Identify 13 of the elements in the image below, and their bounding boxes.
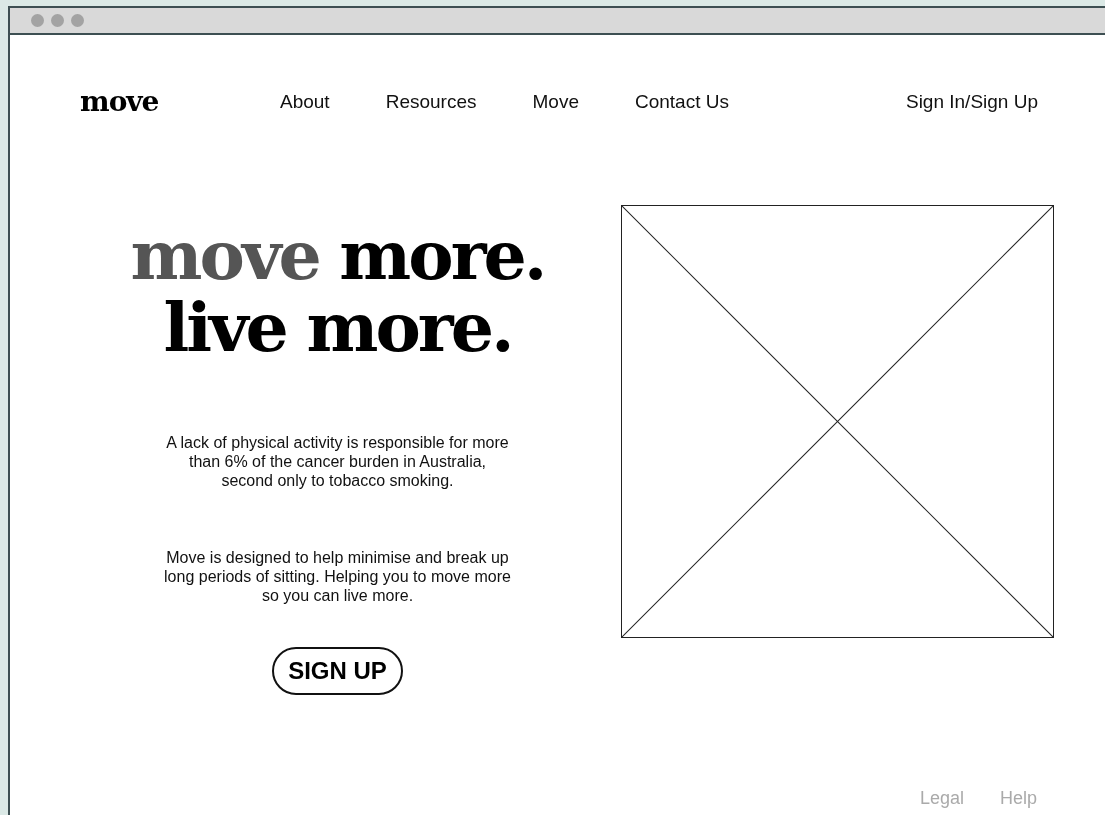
nav-link[interactable]: About bbox=[280, 90, 330, 113]
window-dot-icon[interactable] bbox=[71, 14, 84, 27]
window-dot-icon[interactable] bbox=[51, 14, 64, 27]
nav-link[interactable]: Contact Us bbox=[634, 90, 729, 113]
logo[interactable]: move bbox=[80, 85, 280, 118]
headline: move more. live more. bbox=[130, 219, 545, 363]
nav-link[interactable]: Resources bbox=[385, 90, 477, 113]
sign-up-button[interactable]: SIGN UP bbox=[272, 647, 403, 695]
window-dot-icon[interactable] bbox=[31, 14, 44, 27]
intro-paragraph: A lack of physical activity is responsible for more than 6% of the cancer burden in Australia, second only to tobacco smoking. bbox=[165, 433, 510, 490]
sign-in-link[interactable]: Sign In/Sign Up bbox=[905, 90, 1038, 113]
nav-link[interactable]: Move bbox=[532, 90, 579, 113]
intro-paragraph: Move is designed to help minimise and break up long periods of sitting. Helping you to move more so you can live more. bbox=[163, 548, 512, 605]
